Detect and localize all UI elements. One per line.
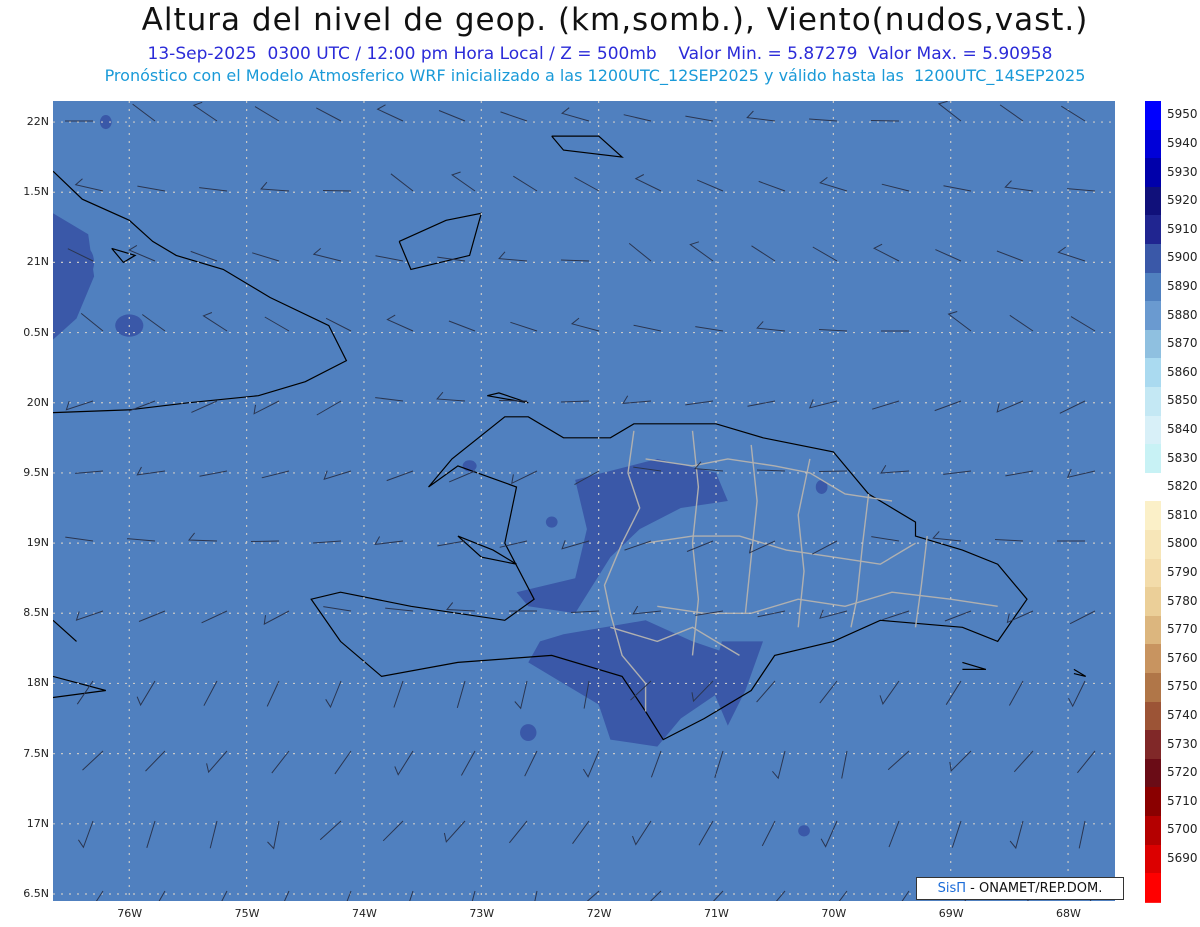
lon-tick-label: 76W [117,907,143,920]
lat-tick-label: 20N [26,395,49,409]
wind-barb [870,120,900,122]
chart-title: Altura del nivel de geop. (km,somb.), Vi… [141,2,1089,38]
colorbar-cell [1145,186,1161,217]
colorbar-label: 5940 [1167,135,1198,150]
colorbar-label: 5830 [1167,450,1198,465]
colorbar-label: 5730 [1167,736,1198,751]
lat-tick-label: 7.5N [23,746,49,760]
colorbar-cell [1145,129,1161,160]
colorbar-cell [1145,444,1161,474]
colorbar-cell [1145,644,1161,674]
colorbar-label: 5720 [1167,765,1198,780]
colorbar-cell [1145,758,1161,789]
lat-tick-label: 8.5N [23,606,49,620]
wind-barb [498,400,528,402]
colorbar-cell [1145,158,1161,188]
colorbar-label: 5930 [1167,164,1198,179]
colorbar-cell [1145,272,1161,303]
colorbar-cell [1145,387,1161,417]
lon-tick-label: 74W [351,907,377,920]
colorbar-label: 5710 [1167,793,1198,808]
colorbar-cell [1145,615,1161,646]
colorbar-cell [1145,301,1161,331]
colorbar-cell [1145,873,1161,903]
colorbar-cell [1145,787,1161,817]
wind-barb [322,190,352,192]
colorbar-label: 5810 [1167,507,1198,522]
colorbar-cell [1145,329,1161,360]
colorbar-cell [1145,472,1161,503]
lat-tick-label: 9.5N [23,465,49,479]
lon-tick-label: 75W [234,907,260,920]
lat-tick-label: 1.5N [23,185,49,199]
lon-tick-label: 70W [821,907,847,920]
colorbar-cell [1145,501,1161,531]
colorbar-label: 5770 [1167,622,1198,637]
lon-tick-label: 73W [469,907,495,920]
colorbar-label: 5880 [1167,307,1198,322]
lat-tick-label: 6.5N [23,886,49,900]
lat-tick-label: 19N [26,536,49,550]
colorbar-cell [1145,244,1161,274]
colorbar-label: 5870 [1167,336,1198,351]
wind-barb [818,470,848,472]
colorbar-cell [1145,358,1161,388]
high-shading-spot-6 [798,825,810,837]
colorbar-label: 5750 [1167,679,1198,694]
colorbar-label: 5900 [1167,250,1198,265]
lon-tick-label: 68W [1056,907,1081,920]
colorbar-cell [1145,816,1161,846]
colorbar-cell [1145,101,1161,131]
colorbar-label: 5950 [1167,107,1198,122]
sispi-logo: SisΠ [937,881,967,896]
colorbar-label: 5850 [1167,393,1198,408]
colorbar-cell [1145,844,1161,875]
colorbar-label: 5760 [1167,650,1198,665]
map-canvas [53,101,1115,901]
lat-tick-label: 17N [26,816,49,830]
colorbar-label: 5790 [1167,564,1198,579]
wind-barb [250,540,280,542]
colorbar [1145,101,1161,903]
lon-tick-label: 69W [938,907,964,920]
colorbar-cell [1145,701,1161,732]
lon-tick-label: 72W [586,907,612,920]
lat-tick-label: 0.5N [23,325,49,339]
colorbar-label: 5700 [1167,822,1198,837]
colorbar-cell [1145,415,1161,446]
colorbar-label: 5690 [1167,850,1198,865]
colorbar-cell [1145,730,1161,760]
colorbar-label: 5860 [1167,364,1198,379]
colorbar-cell [1145,558,1161,589]
credit-organization: - ONAMET/REP.DOM. [970,881,1103,896]
colorbar-label: 5840 [1167,421,1198,436]
colorbar-cell [1145,215,1161,245]
colorbar-label: 5820 [1167,479,1198,494]
colorbar-label: 5780 [1167,593,1198,608]
colorbar-cell [1145,530,1161,560]
high-shading-spot-2 [70,245,95,280]
colorbar-label: 5800 [1167,536,1198,551]
lat-tick-label: 18N [26,676,49,690]
lat-tick-label: 22N [26,115,49,129]
chart-subtitle-valid-time: 13-Sep-2025 0300 UTC / 12:00 pm Hora Loc… [147,44,1053,64]
lat-tick-label: 21N [26,255,49,269]
lon-tick-label: 71W [704,907,729,920]
map-panel [53,101,1115,901]
high-shading-spot-7 [520,724,537,741]
colorbar-cell [1145,587,1161,617]
high-shading-spot-4 [545,516,558,528]
colorbar-label: 5910 [1167,221,1198,236]
chart-subtitle-model-info: Pronóstico con el Modelo Atmosferico WRF… [104,66,1086,85]
credit-box: SisΠ - ONAMET/REP.DOM. [916,877,1124,900]
colorbar-label: 5890 [1167,278,1198,293]
colorbar-label: 5920 [1167,193,1198,208]
colorbar-cell [1145,673,1161,703]
colorbar-label: 5740 [1167,707,1198,722]
